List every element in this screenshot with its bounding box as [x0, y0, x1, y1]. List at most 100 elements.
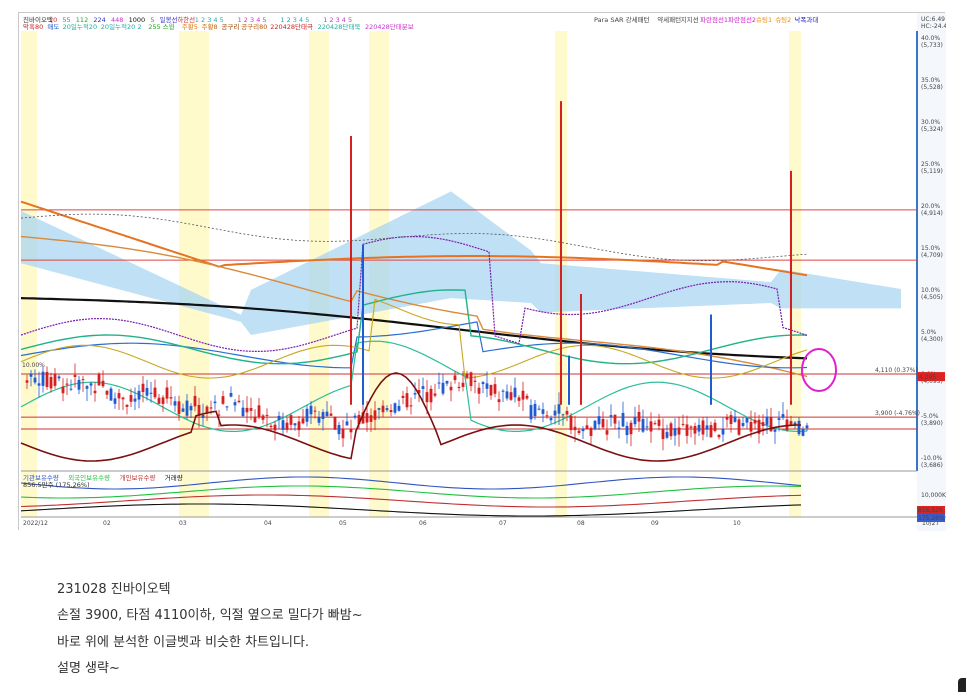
candle-body: [805, 425, 809, 429]
candle-body: [509, 392, 513, 400]
y-axis-sub-4: (4,914): [921, 210, 943, 217]
candle-body: [201, 414, 205, 418]
candle-body: [113, 398, 117, 404]
candle-body: [701, 420, 705, 435]
candle-body: [585, 425, 589, 430]
candle-body: [61, 386, 65, 394]
candle-body: [345, 421, 349, 426]
candle-body: [225, 406, 229, 408]
y-axis-label-1: 35.0%: [921, 77, 940, 84]
candle-body: [117, 393, 121, 399]
left-axis-label: 10.00%: [22, 362, 45, 369]
candle-body: [501, 390, 505, 392]
candle-body: [489, 384, 493, 396]
candle-body: [453, 375, 457, 381]
y-axis-label-9: -5.0%: [921, 413, 939, 420]
sub-axis-tag-1: 175.26%: [918, 515, 945, 522]
candle-body: [713, 422, 717, 432]
candle-body: [429, 388, 433, 403]
candle-body: [725, 417, 729, 420]
candle-body: [265, 414, 269, 416]
candle-body: [473, 380, 477, 382]
y-axis-sub-3: (5,119): [921, 168, 943, 175]
candle-body: [333, 416, 337, 430]
candle-body: [277, 415, 281, 420]
candle-body: [493, 384, 497, 394]
candle-body: [665, 432, 669, 438]
candle-body: [289, 415, 293, 425]
sub-legend-item-3: 거래량: [165, 473, 183, 482]
legend-second-item-9: 220428단태극: [270, 22, 313, 31]
candle-body: [169, 397, 173, 399]
candle-body: [581, 428, 585, 432]
candle: [593, 419, 597, 431]
candle-body: [85, 386, 89, 389]
legend-second-item-11: 220428단태분보: [365, 22, 414, 31]
candle-body: [393, 403, 397, 413]
candle-body: [181, 408, 185, 412]
candle-body: [269, 425, 273, 427]
candle-body: [337, 425, 341, 435]
x-axis-label-8: 09: [651, 520, 659, 527]
candle-body: [221, 396, 225, 404]
candle-body: [261, 415, 265, 420]
candle-body: [313, 410, 317, 412]
candle-body: [669, 423, 673, 437]
candle-body: [577, 430, 581, 433]
candle-body: [649, 421, 653, 432]
chart-canvas[interactable]: 40.0%(5,733) 35.0%(5,528) 30.0%(5,324) 25.0…: [19, 13, 946, 531]
candle-body: [341, 428, 345, 439]
candle-body: [617, 427, 621, 429]
caption-plan: 손절 3900, 타점 4110이하, 익절 옆으로 밀다가 빠밤~: [57, 608, 363, 623]
candle-body: [349, 428, 353, 433]
legend-right-item-3: 파란점선1: [700, 15, 728, 24]
candle-body: [249, 408, 253, 411]
candle-body: [749, 421, 753, 432]
candle-body: [105, 390, 109, 395]
scroll-handle[interactable]: [958, 678, 966, 692]
stock-chart[interactable]: 40.0% (5,733) 35.0% (5,528) 30.0% (5,324) 25.0…: [18, 12, 946, 531]
candle-body: [425, 392, 429, 403]
candle-body: [733, 416, 737, 422]
candle-body: [517, 397, 521, 401]
candle-body: [753, 419, 757, 424]
candle-body: [593, 420, 597, 430]
y-axis-sub-0: (5,733): [921, 42, 943, 49]
legend-right-item-1: 약세패턴: [657, 15, 681, 24]
candle-body: [141, 383, 145, 392]
candle-body: [561, 414, 565, 416]
legend-second-item-2: 20일누적20: [63, 22, 97, 31]
candle-body: [133, 398, 137, 402]
candle-body: [305, 408, 309, 422]
candle-body: [609, 415, 613, 417]
candle-body: [89, 383, 93, 386]
corner-label-0: UC:6.49: [921, 16, 945, 23]
candle-body: [601, 419, 605, 428]
candle-body: [73, 374, 77, 377]
candle-body: [373, 410, 377, 420]
candle-body: [385, 408, 389, 411]
candle-body: [45, 371, 49, 387]
candle-body: [709, 425, 713, 438]
y-axis-label-7: 5.0%: [921, 329, 937, 336]
y-axis-sub-9: (3,890): [921, 420, 943, 427]
legend-right-item-7: 낙폭과대: [794, 15, 818, 24]
candle-body: [589, 427, 593, 436]
candle-body: [245, 407, 249, 413]
candle-body: [177, 401, 181, 414]
y-axis-sub-5: (4,709): [921, 252, 943, 259]
candle-body: [317, 417, 321, 423]
candle-body: [297, 421, 301, 431]
candle-body: [605, 430, 609, 435]
candle: [737, 417, 741, 437]
legend-right-item-4: 파란점선2: [728, 15, 756, 24]
current-price-tag: 4,095: [919, 374, 936, 381]
legend-right-item-6: 슈팅2: [775, 15, 791, 24]
candle-body: [449, 386, 453, 391]
candle: [333, 416, 337, 431]
candle-body: [641, 418, 645, 432]
candle-body: [685, 424, 689, 436]
candle-body: [661, 428, 665, 440]
candle-body: [65, 383, 69, 385]
candle-body: [329, 413, 333, 416]
